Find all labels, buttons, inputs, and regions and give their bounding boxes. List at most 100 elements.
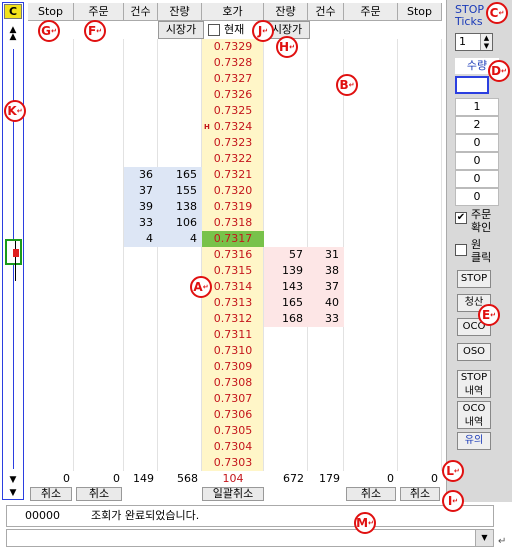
stop-left-column[interactable] [28, 39, 74, 471]
marker-h-mark: ↵ [289, 43, 295, 51]
price-cell[interactable]: 0.7318 [202, 215, 264, 231]
market-buy-button[interactable]: 시장가 [158, 21, 204, 39]
total-qty-right: 672 [283, 472, 304, 485]
header-qty-left: 잔량 [158, 3, 202, 21]
price-cell[interactable]: 0.7326 [202, 87, 264, 103]
stop-ticks-spinner[interactable]: 1 ▲ ▼ [455, 33, 493, 51]
price-cell[interactable]: 0.7322 [202, 151, 264, 167]
price-cell[interactable]: 0.7305 [202, 423, 264, 439]
marker-j-mark: ↵ [262, 27, 269, 35]
marker-k-letter: K [7, 104, 17, 118]
marker-d-mark: ↵ [501, 67, 507, 75]
qty-input[interactable] [455, 76, 489, 94]
price-cell[interactable]: 0.7319 [202, 199, 264, 215]
order-confirm-checkbox[interactable]: ✔ [455, 212, 467, 224]
price-cell[interactable]: 0.7324 [202, 119, 264, 135]
candle-body [13, 249, 19, 257]
price-cell[interactable]: 0.7308 [202, 375, 264, 391]
ask-qty-cell: 139 [264, 263, 308, 279]
one-click-label: 원 클릭 [471, 238, 491, 264]
cancel-stop-left-button[interactable]: 취소 [30, 487, 72, 501]
cancel-all-button[interactable]: 일괄취소 [202, 487, 264, 501]
scroll-bottom-icon[interactable]: ▼ [4, 486, 22, 500]
ask-count-cell: 38 [308, 263, 344, 279]
price-cell[interactable]: 0.7307 [202, 391, 264, 407]
qty-preset-item[interactable]: 1 [455, 98, 499, 116]
cancel-order-left-button[interactable]: 취소 [76, 487, 122, 501]
marker-f: F↵ [84, 20, 106, 42]
total-order-right: 0 [387, 472, 394, 485]
price-cell[interactable]: 0.7320 [202, 183, 264, 199]
qty-preset-item[interactable]: 0 [455, 170, 499, 188]
spinner-arrows-icon[interactable]: ▲ ▼ [480, 34, 492, 50]
total-diff: 104 [222, 472, 244, 485]
current-checkbox[interactable] [208, 24, 220, 36]
price-cell[interactable]: 0.7328 [202, 55, 264, 71]
marker-g-mark: ↵ [50, 27, 57, 35]
price-cell[interactable]: 0.7303 [202, 455, 264, 471]
marker-f-mark: ↵ [96, 27, 103, 35]
header-count-right: 건수 [308, 3, 344, 21]
return-mark-icon: ↵ [498, 536, 507, 547]
bid-qty-cell: 155 [158, 183, 202, 199]
cancel-stop-right-button[interactable]: 취소 [400, 487, 440, 501]
scroll-top-icon-2[interactable]: ▲ [4, 30, 22, 44]
order-left-column[interactable] [74, 39, 124, 471]
qty-left-column [158, 39, 202, 471]
cancel-order-right-button[interactable]: 취소 [346, 487, 396, 501]
price-cell[interactable]: 0.7323 [202, 135, 264, 151]
stop-history-line2: 내역 [464, 386, 484, 397]
mini-chart [5, 239, 22, 281]
qty-preset-item[interactable]: 0 [455, 134, 499, 152]
scroll-down-icon[interactable]: ▼ [4, 473, 22, 487]
price-cell[interactable]: 0.7306 [202, 407, 264, 423]
total-stop-left: 0 [63, 472, 70, 485]
marker-l-letter: L [446, 464, 454, 478]
qty-preset-item[interactable]: 0 [455, 188, 499, 206]
marker-b-letter: B [339, 78, 349, 92]
price-cell[interactable]: 0.7327 [202, 71, 264, 87]
price-cell[interactable]: 0.7304 [202, 439, 264, 455]
header-order-left: 주문 [74, 3, 124, 21]
order-confirm-label-line2: 확인 [471, 221, 492, 234]
price-cell[interactable]: 0.7309 [202, 359, 264, 375]
bid-qty-cell: 4 [158, 231, 202, 247]
price-cell[interactable]: 0.7315 [202, 263, 264, 279]
marker-f-letter: F [87, 24, 97, 38]
order-right-column[interactable] [344, 39, 398, 471]
price-cell[interactable]: 0.7311 [202, 327, 264, 343]
stop-history-line1: STOP [460, 372, 488, 383]
one-click-checkbox[interactable] [455, 244, 467, 256]
marker-c-mark: ↵ [498, 9, 505, 17]
oso-button[interactable]: OSO [457, 343, 491, 361]
ask-qty-cell: 165 [264, 295, 308, 311]
price-cell[interactable]: 0.7325 [202, 103, 264, 119]
stop-right-column[interactable] [398, 39, 442, 471]
message-history-combo[interactable]: ▼ [6, 529, 494, 547]
bid-count-cell: 4 [124, 231, 158, 247]
header-stop-right: Stop [398, 3, 442, 21]
price-cell[interactable]: 0.7316 [202, 247, 264, 263]
price-cell[interactable]: 0.7329 [202, 39, 264, 55]
bid-count-cell: 37 [124, 183, 158, 199]
price-cell[interactable]: 0.7321 [202, 167, 264, 183]
price-cell[interactable]: 0.7310 [202, 343, 264, 359]
qty-preset-item[interactable]: 2 [455, 116, 499, 134]
stop-history-button[interactable]: STOP 내역 [457, 370, 491, 398]
marker-e-letter: E [481, 308, 491, 322]
notice-button[interactable]: 유의 [457, 432, 491, 450]
dropdown-arrow-icon[interactable]: ▼ [475, 530, 493, 546]
ask-qty-cell: 143 [264, 279, 308, 295]
bid-count-cell: 33 [124, 215, 158, 231]
price-cell[interactable]: 0.7317 [202, 231, 264, 247]
price-cell[interactable]: 0.7312 [202, 311, 264, 327]
bid-count-cell: 39 [124, 199, 158, 215]
price-cell[interactable]: 0.7313 [202, 295, 264, 311]
qty-preset-item[interactable]: 0 [455, 152, 499, 170]
chart-mode-button[interactable]: C [4, 4, 22, 19]
stop-button[interactable]: STOP [457, 270, 491, 288]
one-click-label-line1: 원 [471, 238, 482, 251]
chart-scrollbar[interactable]: C ▲ ▲ ▼ ▼ [2, 2, 24, 500]
oco-history-button[interactable]: OCO 내역 [457, 401, 491, 429]
marker-a-letter: A [193, 280, 203, 294]
